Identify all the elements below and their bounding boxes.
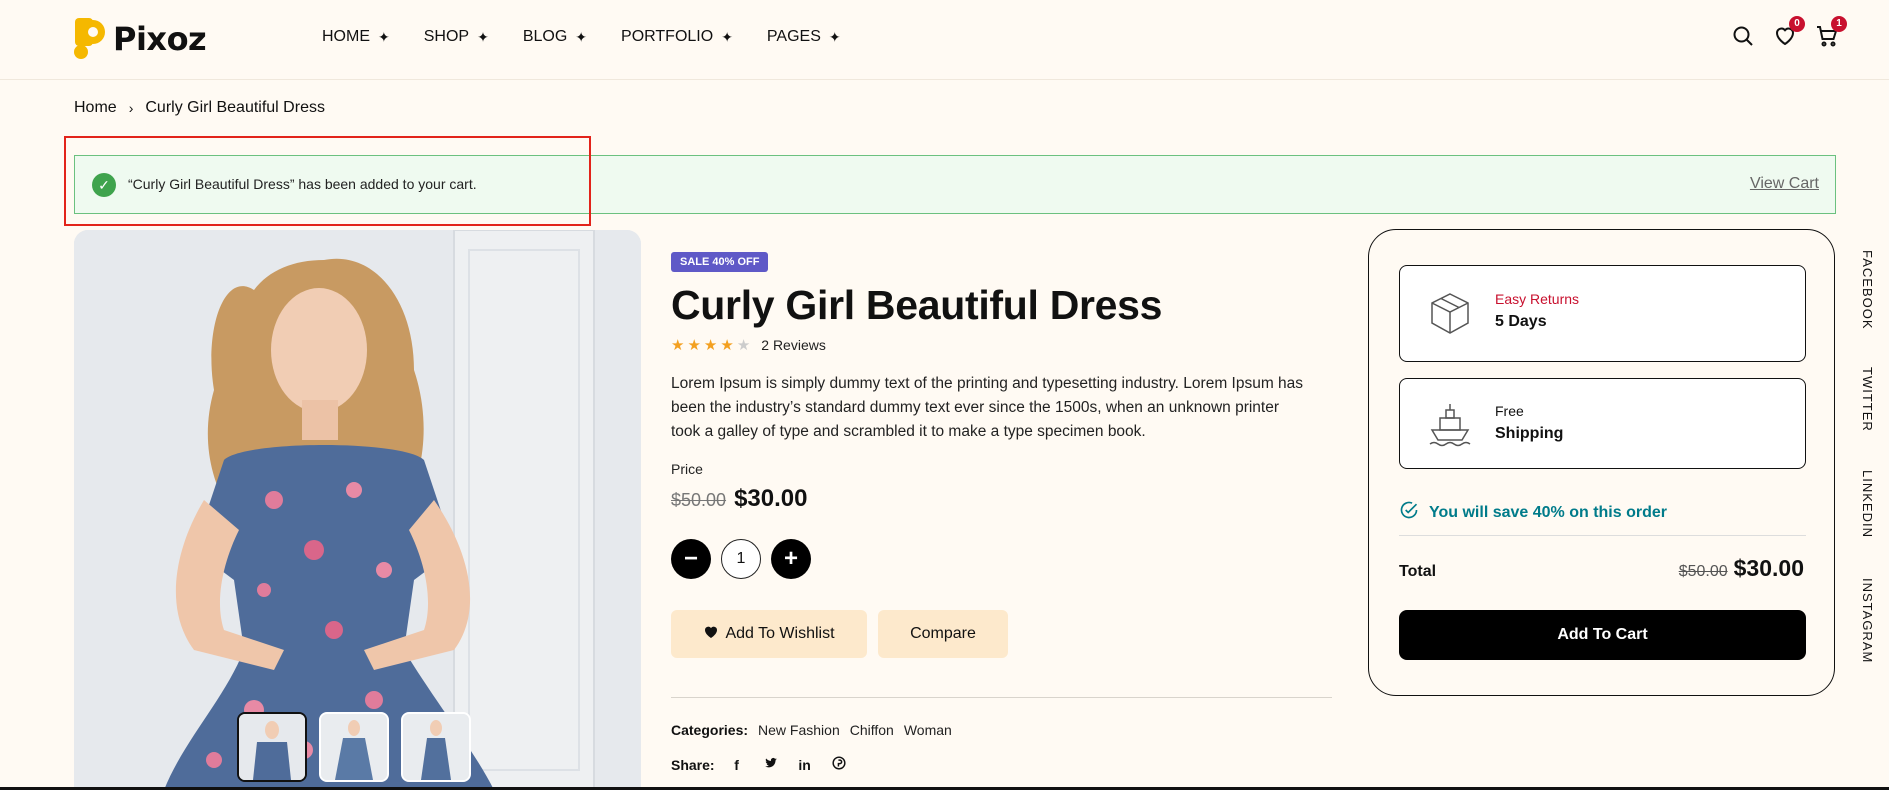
- easy-returns-box: Easy Returns 5 Days: [1399, 265, 1806, 362]
- product-rating: ★ ★ ★ ★ ★ 2 Reviews: [671, 336, 826, 354]
- cart-added-notice: ✓ “Curly Girl Beautiful Dress” has been …: [74, 155, 1836, 214]
- social-instagram-link[interactable]: INSTAGRAM: [1860, 578, 1875, 663]
- add-to-cart-button[interactable]: Add To Cart: [1399, 610, 1806, 660]
- site-header: Pixoz HOME ✦ SHOP ✦ BLOG ✦ PORTFOLIO ✦ PAGES…: [0, 0, 1889, 80]
- increase-quantity-button[interactable]: +: [771, 539, 811, 579]
- breadcrumb-current: Curly Girl Beautiful Dress: [145, 99, 325, 116]
- product-title: Curly Girl Beautiful Dress: [671, 282, 1163, 328]
- compare-button[interactable]: Compare: [878, 610, 1008, 658]
- notice-message: “Curly Girl Beautiful Dress” has been ad…: [128, 176, 477, 192]
- thumbnail-strip: [237, 712, 471, 782]
- thumbnail-3[interactable]: [401, 712, 471, 782]
- star-icon: ★: [671, 337, 685, 354]
- compare-label: Compare: [910, 625, 976, 642]
- check-icon: ✓: [92, 173, 116, 197]
- wishlist-count-badge: 0: [1789, 16, 1805, 32]
- categories-label: Categories:: [671, 722, 749, 738]
- search-icon[interactable]: [1731, 24, 1755, 48]
- cart-count-badge: 1: [1831, 16, 1847, 32]
- nav-item-pages[interactable]: PAGES ✦: [767, 28, 841, 46]
- ship-icon: [1426, 400, 1474, 448]
- old-total: $50.00: [1678, 563, 1728, 580]
- nav-item-portfolio[interactable]: PORTFOLIO ✦: [621, 28, 733, 46]
- nav-item-home[interactable]: HOME ✦: [322, 28, 390, 46]
- thumbnail-2[interactable]: [319, 712, 389, 782]
- main-nav: HOME ✦ SHOP ✦ BLOG ✦ PORTFOLIO ✦ PAGES ✦: [322, 28, 875, 46]
- categories-row: Categories: New Fashion Chiffon Woman: [671, 722, 952, 738]
- sale-price: $30.00: [734, 485, 808, 512]
- star-icon: ★: [703, 337, 718, 354]
- nav-label: PAGES: [766, 28, 821, 45]
- product-main-image: [74, 230, 641, 790]
- thumbnail-1[interactable]: [237, 712, 307, 782]
- price-row: $50.00 $30.00: [671, 485, 807, 513]
- savings-message: You will save 40% on this order: [1399, 500, 1667, 525]
- share-row: Share: f in: [671, 756, 851, 773]
- chevron-right-icon: ›: [128, 100, 134, 116]
- quantity-stepper: − 1 +: [671, 539, 811, 579]
- sparkle-icon: ✦: [828, 28, 841, 45]
- facebook-icon[interactable]: f: [725, 757, 749, 773]
- reviews-link[interactable]: 2 Reviews: [761, 337, 826, 353]
- nav-label: HOME: [322, 28, 370, 45]
- nav-label: BLOG: [522, 28, 568, 45]
- category-link[interactable]: New Fashion: [758, 722, 840, 738]
- social-twitter-link[interactable]: TWITTER: [1860, 367, 1875, 432]
- quantity-input[interactable]: 1: [721, 539, 761, 579]
- total-price: $50.00 $30.00: [1679, 555, 1804, 582]
- pinterest-icon[interactable]: [827, 756, 851, 773]
- check-circle-icon: [1399, 500, 1419, 525]
- returns-days: 5 Days: [1495, 313, 1547, 330]
- logo-text: Pixoz: [113, 20, 207, 58]
- star-icon: ★: [720, 337, 734, 354]
- logo[interactable]: Pixoz: [73, 18, 207, 60]
- free-label: Free: [1495, 403, 1524, 419]
- star-icon: ★: [687, 337, 701, 354]
- product-description: Lorem Ipsum is simply dummy text of the …: [671, 375, 1304, 440]
- share-label: Share:: [671, 756, 715, 773]
- star-empty-icon: ★: [736, 337, 751, 354]
- nav-label: PORTFOLIO: [621, 28, 714, 45]
- section-divider: [671, 697, 1332, 698]
- total-label: Total: [1399, 563, 1437, 580]
- breadcrumb-home[interactable]: Home: [74, 99, 117, 117]
- category-link[interactable]: Chiffon: [850, 722, 894, 738]
- box-icon: [1426, 290, 1474, 338]
- sale-badge: SALE 40% OFF: [671, 252, 769, 272]
- decrease-quantity-button[interactable]: −: [671, 539, 711, 579]
- sparkle-icon: ✦: [721, 28, 733, 45]
- nav-label: SHOP: [423, 28, 470, 45]
- cart-icon[interactable]: 1: [1815, 16, 1847, 48]
- purchase-summary-card: Easy Returns 5 Days Free Shipping You wi…: [1368, 229, 1835, 696]
- wishlist-icon[interactable]: 0: [1773, 16, 1805, 48]
- sparkle-icon: ✦: [477, 28, 489, 45]
- social-facebook-link[interactable]: FACEBOOK: [1860, 250, 1875, 330]
- easy-returns-label: Easy Returns: [1495, 291, 1580, 307]
- social-linkedin-link[interactable]: LINKEDIN: [1860, 470, 1875, 538]
- savings-text: You will save 40% on this order: [1429, 503, 1667, 521]
- category-link[interactable]: Woman: [904, 722, 952, 738]
- twitter-icon[interactable]: [759, 756, 783, 773]
- card-divider: [1399, 535, 1806, 536]
- shipping-label: Shipping: [1495, 425, 1564, 442]
- breadcrumb: Home › Curly Girl Beautiful Dress: [74, 99, 325, 117]
- linkedin-icon[interactable]: in: [793, 757, 817, 773]
- price-label: Price: [671, 461, 703, 477]
- old-price: $50.00: [671, 490, 727, 510]
- logo-icon: [73, 18, 107, 60]
- new-total: $30.00: [1733, 555, 1804, 581]
- wishlist-label: Add To Wishlist: [725, 625, 835, 642]
- sparkle-icon: ✦: [575, 28, 588, 45]
- view-cart-link[interactable]: View Cart: [1750, 175, 1819, 193]
- heart-icon: [703, 624, 719, 645]
- sparkle-icon: ✦: [378, 28, 390, 45]
- nav-item-blog[interactable]: BLOG ✦: [523, 28, 587, 46]
- add-to-wishlist-button[interactable]: Add To Wishlist: [671, 610, 867, 658]
- header-icons: 0 1: [1731, 16, 1847, 48]
- free-shipping-box: Free Shipping: [1399, 378, 1806, 469]
- nav-item-shop[interactable]: SHOP ✦: [424, 28, 489, 46]
